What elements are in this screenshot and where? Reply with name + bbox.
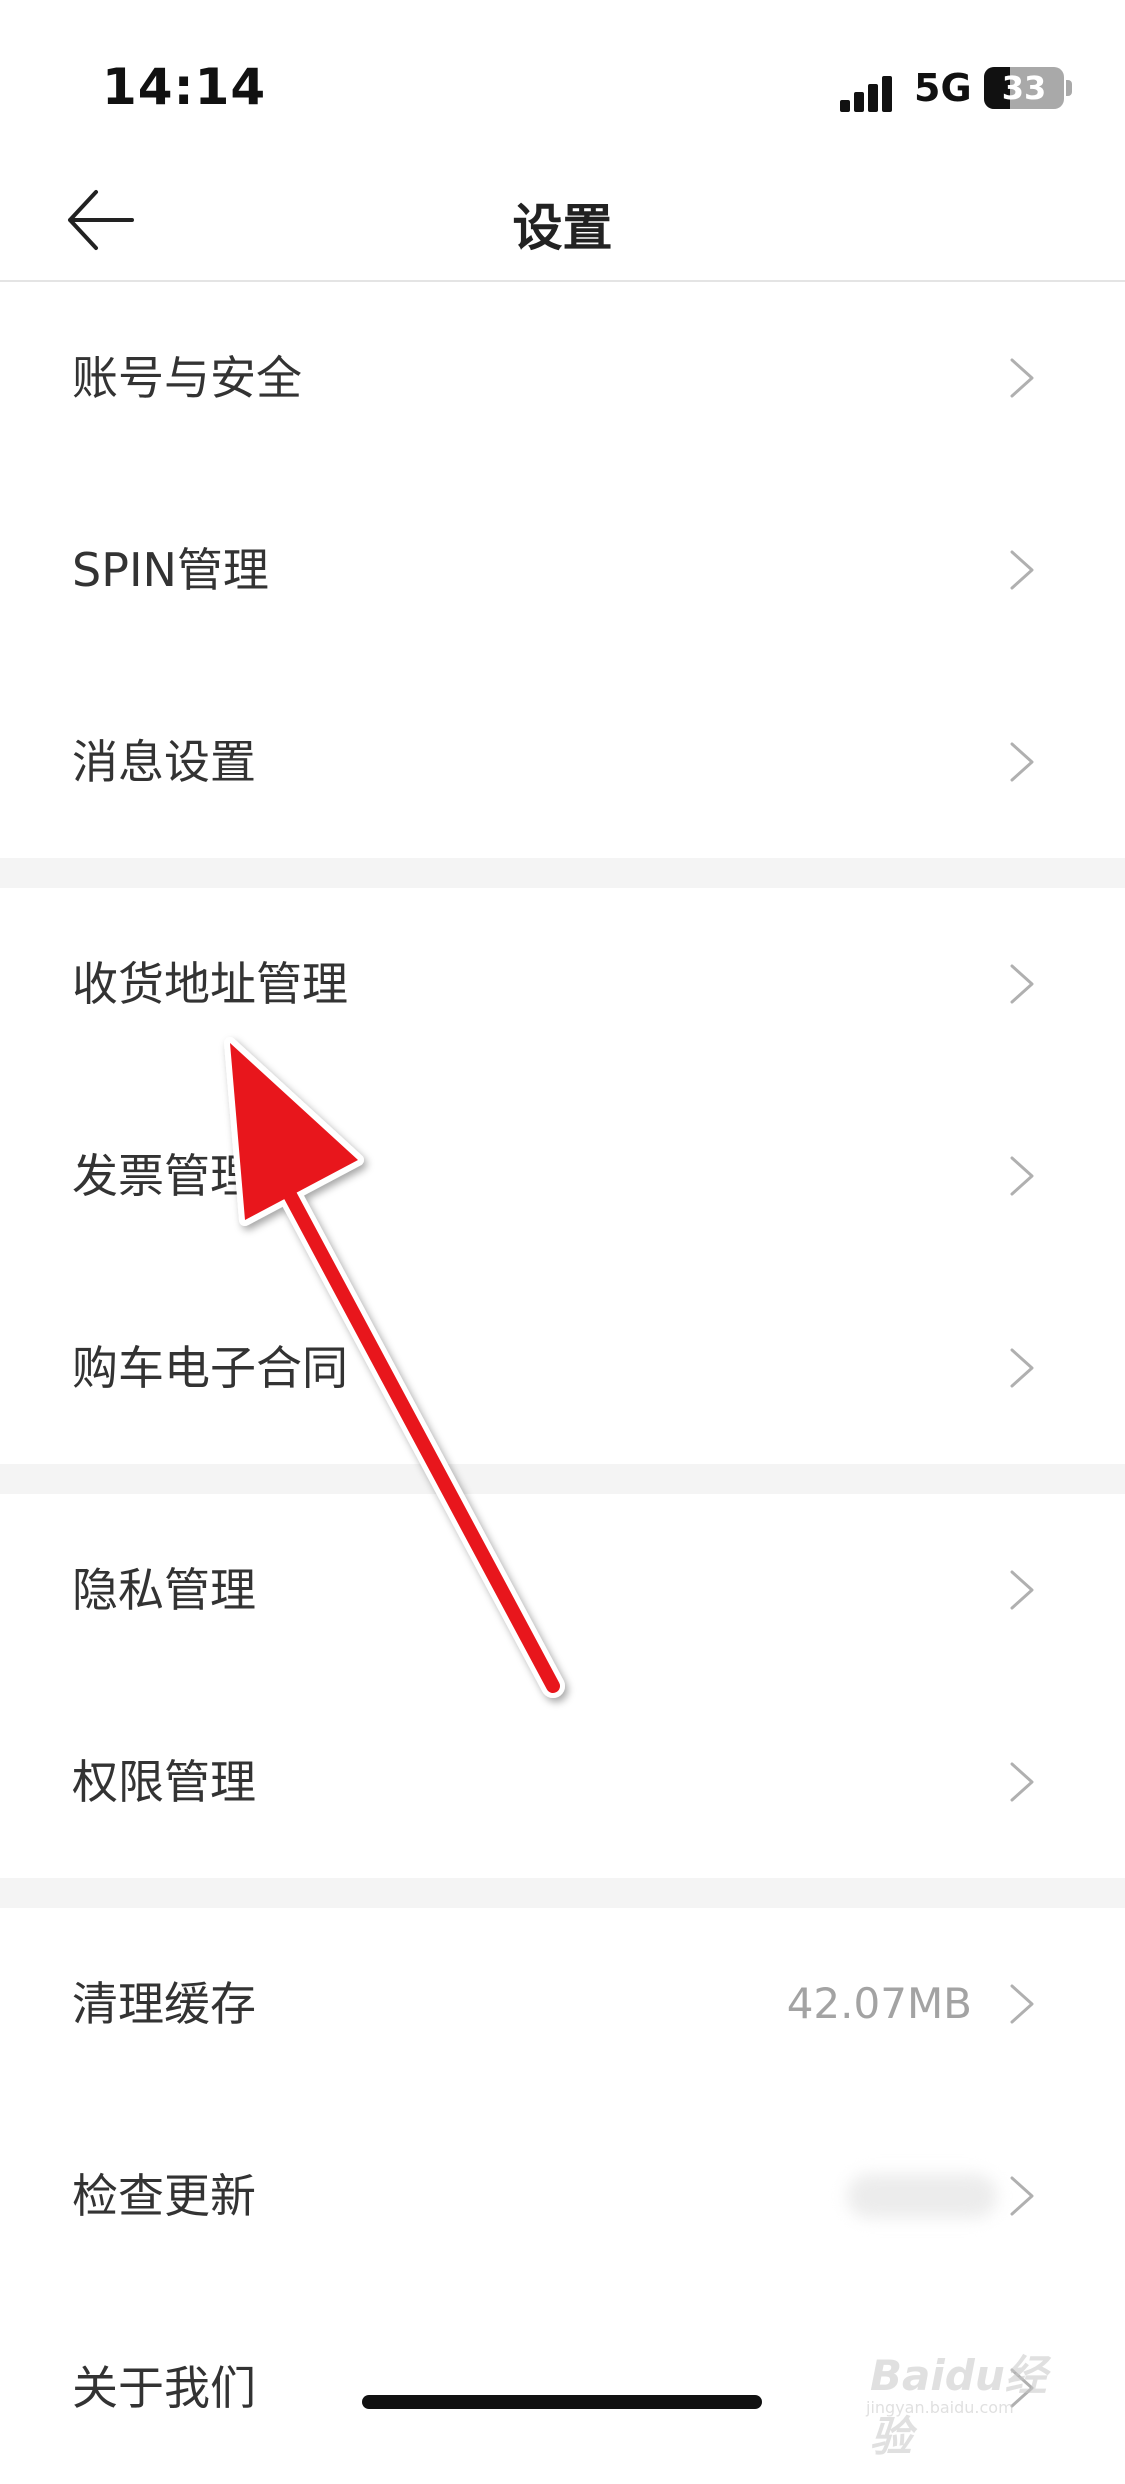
settings-item-shipping-address[interactable]: 收货地址管理 <box>0 888 1125 1080</box>
blurred-version-value <box>847 2174 997 2218</box>
chevron-right-icon <box>1010 742 1034 782</box>
settings-item-label: 收货地址管理 <box>72 957 348 1011</box>
settings-section: 隐私管理 权限管理 <box>0 1494 1125 1878</box>
chevron-right-icon <box>1010 358 1034 398</box>
battery-level: 33 <box>1001 69 1047 107</box>
navigation-bar: 设置 <box>0 160 1125 282</box>
battery-icon: 33 <box>984 67 1064 109</box>
chevron-right-icon <box>1010 550 1034 590</box>
watermark-url: jingyan.baidu.com <box>866 2398 1014 2417</box>
settings-item-spin-management[interactable]: SPIN管理 <box>0 474 1125 666</box>
settings-item-label: 消息设置 <box>72 735 256 789</box>
settings-item-purchase-contract[interactable]: 购车电子合同 <box>0 1272 1125 1464</box>
chevron-right-icon <box>1010 1156 1034 1196</box>
settings-item-label: 清理缓存 <box>72 1977 256 2031</box>
chevron-right-icon <box>1010 1348 1034 1388</box>
settings-item-permission-management[interactable]: 权限管理 <box>0 1686 1125 1878</box>
settings-section: 收货地址管理 发票管理 购车电子合同 <box>0 888 1125 1464</box>
settings-item-label: 隐私管理 <box>72 1563 256 1617</box>
home-indicator[interactable] <box>362 2395 762 2409</box>
settings-item-clear-cache[interactable]: 清理缓存 42.07MB <box>0 1908 1125 2100</box>
chevron-right-icon <box>1010 1984 1034 2024</box>
network-type: 5G <box>914 66 972 110</box>
baidu-watermark: Baidu经验 jingyan.baidu.com <box>862 2328 1062 2461</box>
page-title: 设置 <box>512 199 613 257</box>
settings-item-message-settings[interactable]: 消息设置 <box>0 666 1125 858</box>
settings-item-invoice-management[interactable]: 发票管理 <box>0 1080 1125 1272</box>
settings-item-account-security[interactable]: 账号与安全 <box>0 282 1125 474</box>
cache-size-value: 42.07MB <box>786 1979 972 2028</box>
chevron-right-icon <box>1010 1570 1034 1610</box>
settings-list: 账号与安全 SPIN管理 消息设置 收货地址管理 发票管理 购车电子合同 隐私管… <box>0 282 1125 2484</box>
settings-item-label: 发票管理 <box>72 1149 256 1203</box>
battery-cap <box>1066 80 1072 96</box>
chevron-right-icon <box>1010 1762 1034 1802</box>
settings-item-label: SPIN管理 <box>72 543 269 597</box>
status-time: 14:14 <box>102 58 267 116</box>
section-divider <box>0 1878 1125 1908</box>
settings-item-label: 关于我们 <box>72 2361 256 2415</box>
settings-item-check-update[interactable]: 检查更新 <box>0 2100 1125 2292</box>
section-divider <box>0 858 1125 888</box>
section-divider <box>0 1464 1125 1494</box>
status-bar: 14:14 5G 33 <box>0 0 1125 160</box>
settings-section: 账号与安全 SPIN管理 消息设置 <box>0 282 1125 858</box>
chevron-right-icon <box>1010 964 1034 1004</box>
settings-item-label: 检查更新 <box>72 2169 256 2223</box>
settings-item-label: 购车电子合同 <box>72 1341 348 1395</box>
settings-item-label: 账号与安全 <box>72 351 302 405</box>
settings-item-label: 权限管理 <box>72 1755 256 1809</box>
settings-item-privacy-management[interactable]: 隐私管理 <box>0 1494 1125 1686</box>
cellular-signal-icon <box>840 72 900 112</box>
chevron-right-icon <box>1010 2176 1034 2216</box>
